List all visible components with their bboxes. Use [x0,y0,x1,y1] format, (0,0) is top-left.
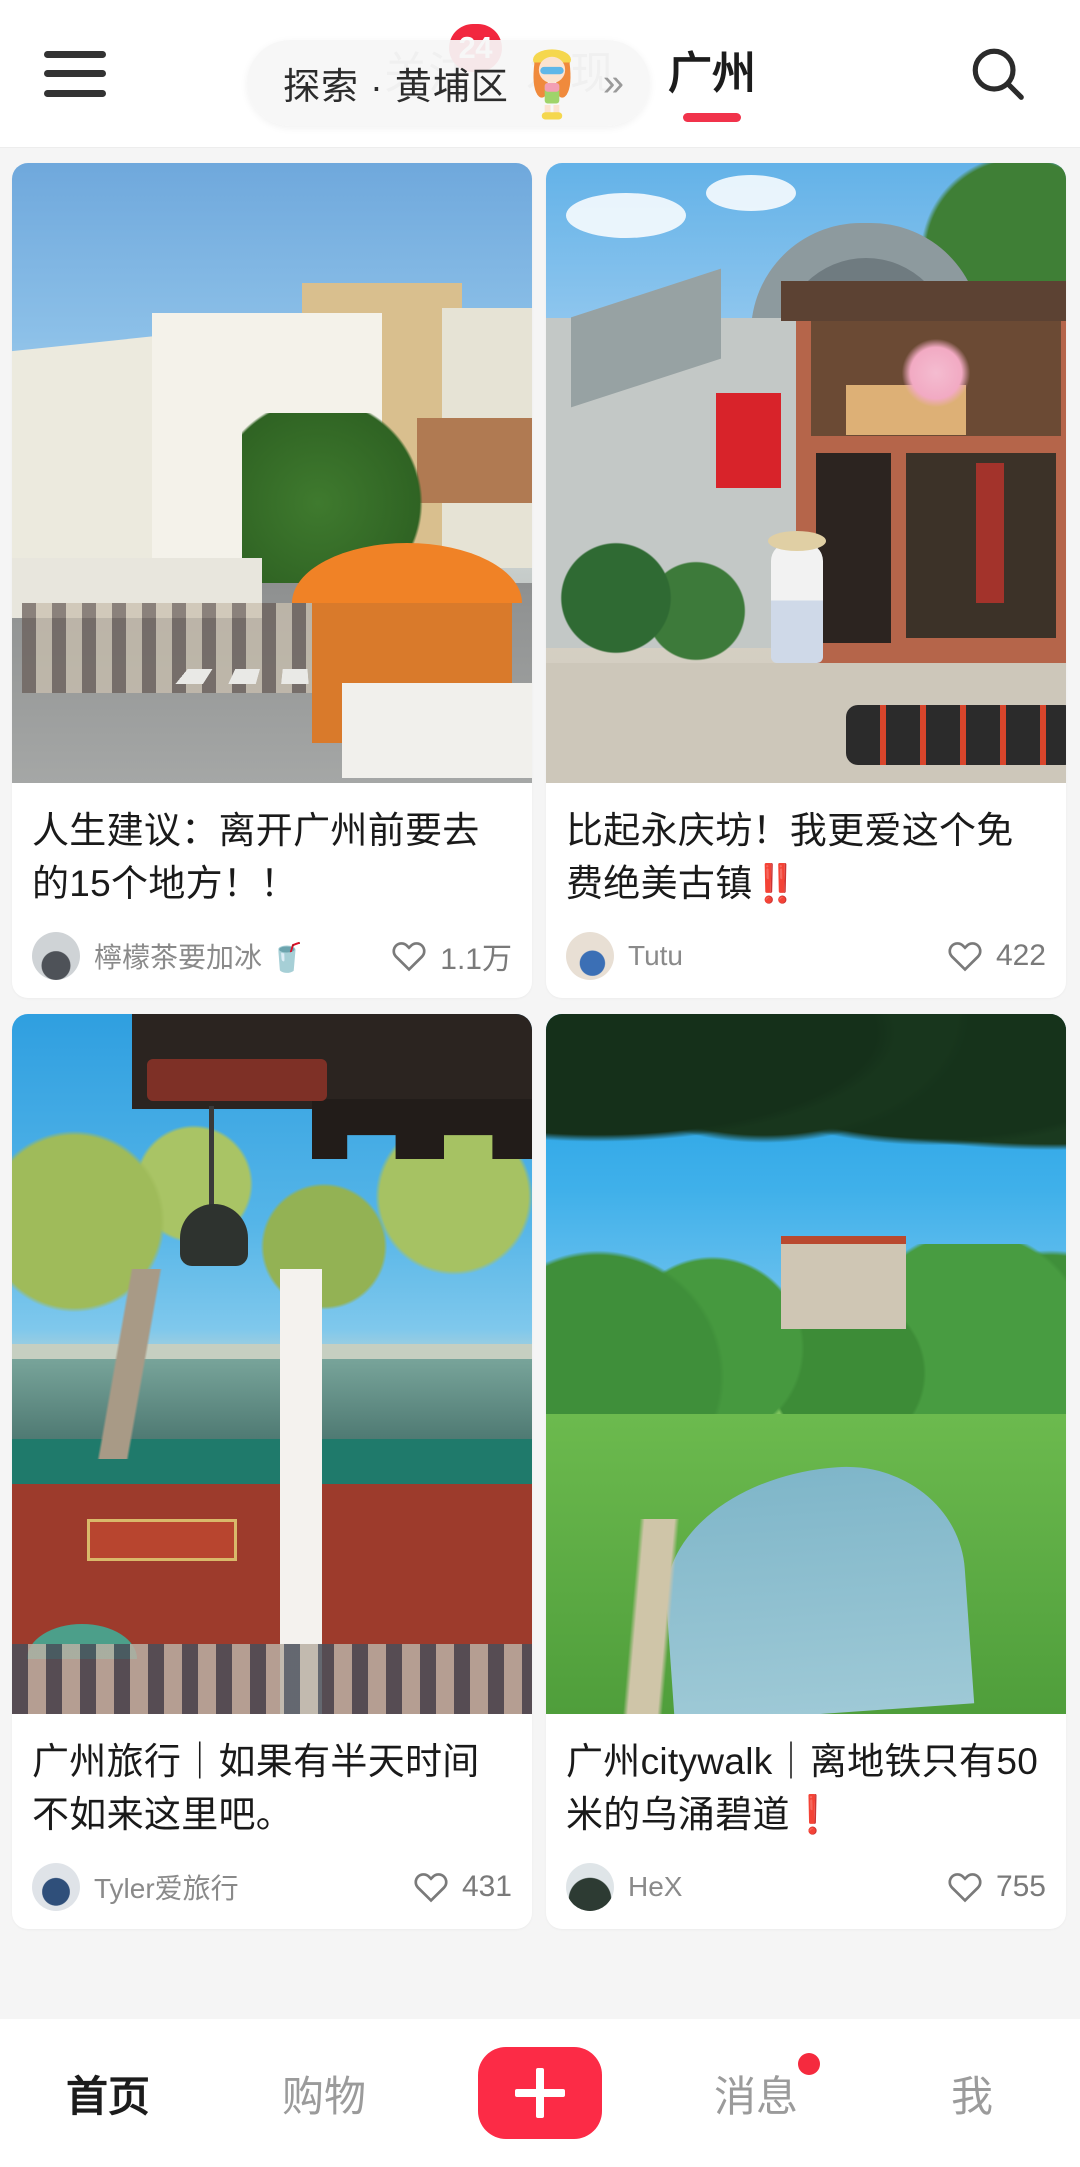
like-count: 422 [995,939,1046,973]
tab-guangzhou[interactable]: 广州 [664,46,760,122]
like-count: 755 [995,1870,1046,1904]
cover-art-shape [546,1519,776,1715]
note-cover-image[interactable] [546,1014,1066,1715]
nav-item-home[interactable]: 首页 [0,2019,216,2167]
explore-pill-label: 探索 · 黄埔区 [283,66,509,107]
author-name: Tutu [628,940,683,972]
note-card-body: 人生建议：离开广州前要去的15个地方！！ 檸檬茶要加冰 🥤 1.1万 [12,783,532,998]
author-name: 檸檬茶要加冰 🥤 [94,942,305,974]
cover-art-shape [891,338,981,408]
tab-guangzhou-label: 广州 [668,49,756,98]
note-feed[interactable]: 人生建议：离开广州前要去的15个地方！！ 檸檬茶要加冰 🥤 1.1万 广州旅行｜… [0,149,1080,2019]
note-meta: Tutu 422 [566,932,1046,981]
note-author[interactable]: Tutu [566,932,683,981]
cover-art-shape [342,683,532,778]
note-author[interactable]: Tyler爱旅行 [32,1863,239,1912]
avatar[interactable] [566,1863,614,1912]
nav-item-profile[interactable]: 我 [864,2019,1080,2167]
note-card[interactable]: 人生建议：离开广州前要去的15个地方！！ 檸檬茶要加冰 🥤 1.1万 [12,163,532,999]
heart-outline-icon[interactable] [946,1868,984,1906]
nav-item-messages[interactable]: 消息 [648,2019,864,2167]
cover-art-shape [781,1244,906,1330]
cover-art-shape [180,1204,248,1267]
cover-art-shape [147,1059,327,1102]
cover-art-shape [716,393,781,488]
note-card[interactable]: 广州citywalk｜离地铁只有50米的乌涌碧道❗ HeX 755 [546,1014,1066,1930]
note-card-body: 广州旅行｜如果有半天时间不如来这里吧。 Tyler爱旅行 431 [12,1714,532,1929]
cover-art-shape [312,1099,532,1160]
author-name: Tyler爱旅行 [94,1873,239,1905]
note-title[interactable]: 广州旅行｜如果有半天时间不如来这里吧。 [32,1736,512,1841]
note-meta: HeX 755 [566,1863,1046,1912]
like-count: 1.1万 [440,943,512,977]
like-control[interactable]: 431 [412,1868,512,1906]
cover-art-shape [546,1014,1066,1205]
nav-item-messages-label: 消息 [714,2052,820,2124]
avatar[interactable] [32,1863,80,1912]
note-card[interactable]: 比起永庆坊！我更爱这个免费绝美古镇‼️ Tutu 422 [546,163,1066,999]
nav-item-profile-label: 我 [950,2072,993,2120]
note-card-body: 比起永庆坊！我更爱这个免费绝美古镇‼️ Tutu 422 [546,783,1066,998]
note-cover-image[interactable] [12,1014,532,1715]
cover-art-shape [781,281,1066,321]
cover-art-shape [12,1269,242,1460]
search-icon[interactable] [958,34,1038,114]
mascot-girl-icon [519,45,585,121]
note-cover-image[interactable] [546,163,1066,783]
note-author[interactable]: 檸檬茶要加冰 🥤 [32,932,305,981]
note-title[interactable]: 人生建议：离开广州前要去的15个地方！！ [32,805,512,910]
cover-art-shape [566,193,686,238]
cover-art-shape [771,543,823,663]
cover-art-shape [706,175,796,211]
like-control[interactable]: 1.1万 [390,934,512,978]
explore-district-pill[interactable]: 探索 · 黄埔区 » [247,40,651,126]
note-author[interactable]: HeX [566,1863,683,1912]
cover-art-shape [87,1519,237,1562]
active-tab-underline [683,113,741,122]
note-cover-image[interactable] [12,163,532,783]
like-control[interactable]: 755 [946,1868,1046,1906]
chevron-double-right-icon[interactable]: » [603,64,624,102]
heart-outline-icon[interactable] [412,1868,450,1906]
cover-art-shape [209,1106,214,1212]
cover-art-shape [976,463,1004,603]
nav-item-shopping-label: 购物 [281,2072,366,2120]
avatar[interactable] [32,932,80,981]
cover-art-shape [417,418,532,503]
note-meta: 檸檬茶要加冰 🥤 1.1万 [32,932,512,981]
cover-art-shape [12,1644,532,1715]
heart-outline-icon[interactable] [946,937,984,975]
messages-unread-dot [798,2052,820,2075]
cover-art-shape [846,705,1066,765]
author-name: HeX [628,1871,683,1903]
note-title[interactable]: 广州citywalk｜离地铁只有50米的乌涌碧道❗ [566,1736,1046,1841]
note-card-body: 广州citywalk｜离地铁只有50米的乌涌碧道❗ HeX 755 [546,1714,1066,1929]
cover-art-shape [816,453,891,643]
feed-column-left: 人生建议：离开广州前要去的15个地方！！ 檸檬茶要加冰 🥤 1.1万 广州旅行｜… [12,163,532,2019]
bottom-navigation-bar: 首页 购物 消息 我 [0,2019,1080,2167]
note-card[interactable]: 广州旅行｜如果有半天时间不如来这里吧。 Tyler爱旅行 431 [12,1014,532,1930]
heart-outline-icon[interactable] [390,937,428,975]
like-control[interactable]: 422 [946,937,1046,975]
cover-art-shape [768,531,826,551]
nav-item-shopping[interactable]: 购物 [216,2019,432,2167]
plus-icon[interactable] [478,2047,602,2139]
like-count: 431 [461,1870,512,1904]
avatar[interactable] [566,932,614,981]
feed-column-right: 比起永庆坊！我更爱这个免费绝美古镇‼️ Tutu 422 广州citywalk｜… [546,163,1066,2019]
nav-item-publish[interactable] [432,2019,648,2167]
nav-item-home-label: 首页 [65,2072,150,2120]
cover-art-shape [556,533,756,663]
note-meta: Tyler爱旅行 431 [32,1863,512,1912]
note-title[interactable]: 比起永庆坊！我更爱这个免费绝美古镇‼️ [566,805,1046,910]
